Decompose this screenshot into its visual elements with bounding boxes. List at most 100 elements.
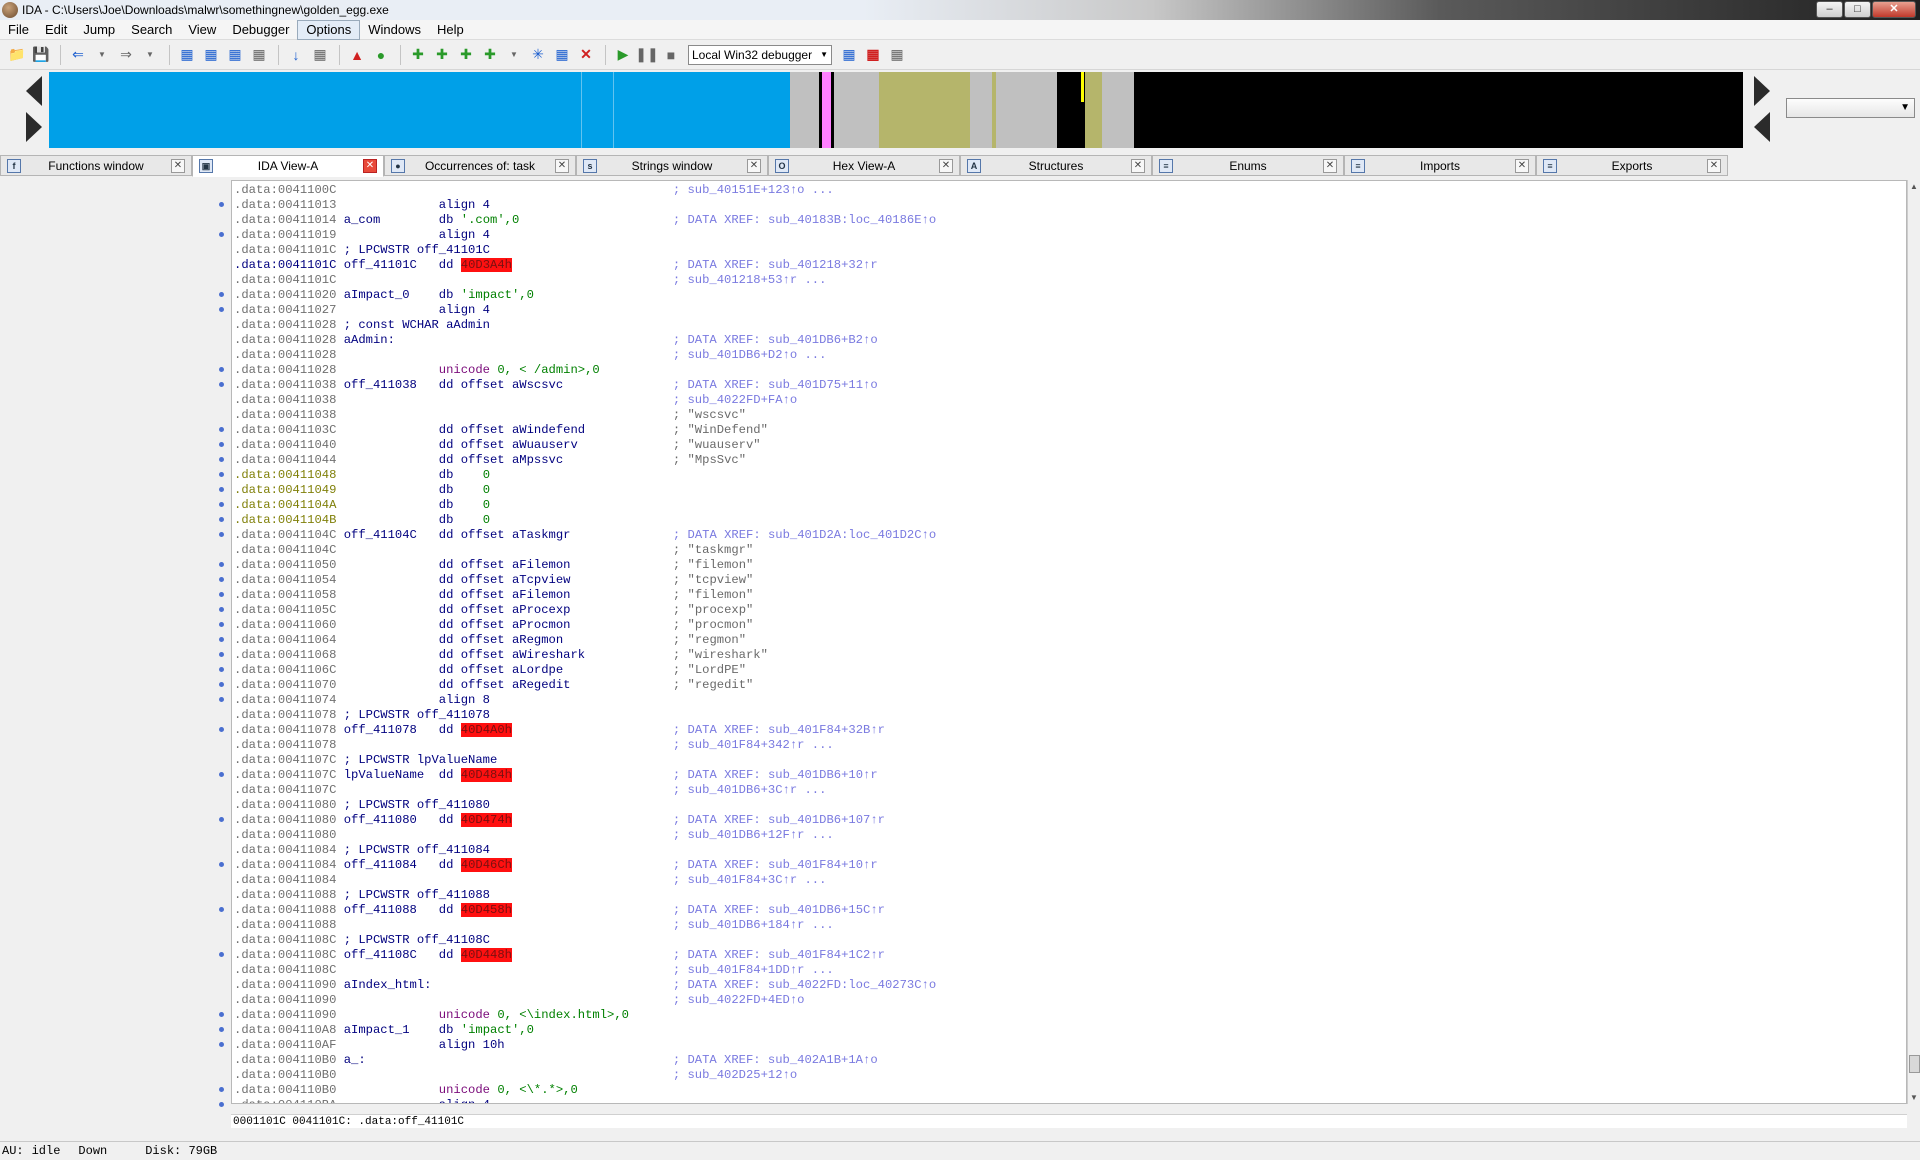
listing-line[interactable]: .data:00411044 dd offset aMpssvc ; "MpsS…	[234, 453, 936, 468]
line-type-comment[interactable]: ; LPCWSTR off_411088	[344, 888, 490, 902]
line-marker-dot-icon[interactable]	[219, 457, 224, 462]
line-comment[interactable]: ; sub_401DB6+12F↑r ...	[673, 828, 834, 842]
line-marker-dot-icon[interactable]	[219, 907, 224, 912]
tab-imports[interactable]: ≡ Imports ✕	[1344, 155, 1536, 176]
line-operand[interactable]: 'impact',0	[461, 1023, 534, 1037]
close-icon[interactable]: ✕	[1323, 158, 1337, 173]
tab-ida-view-a[interactable]: ▣ IDA View-A ✕	[192, 155, 384, 177]
line-operand[interactable]: 0	[461, 498, 490, 512]
tab-exports[interactable]: ≡ Exports ✕	[1536, 155, 1728, 176]
line-label[interactable]: aAdmin:	[344, 333, 439, 347]
line-comment[interactable]: ; "taskmgr"	[673, 543, 753, 557]
line-comment[interactable]: ; sub_4022FD+FA↑o	[673, 393, 797, 407]
line-label[interactable]	[344, 363, 439, 377]
down-arrow-icon[interactable]: ↓	[285, 44, 307, 66]
listing-line[interactable]: .data:0041105C dd offset aProcexp ; "pro…	[234, 603, 936, 618]
listing-line[interactable]: .data:00411088 ; LPCWSTR off_411088	[234, 888, 936, 903]
listing-line[interactable]: .data:00411084 ; LPCWSTR off_411084	[234, 843, 936, 858]
listing-line[interactable]: .data:0041100C ; sub_40151E+123↑o ...	[234, 183, 936, 198]
listing-line[interactable]: .data:00411028 ; const WCHAR aAdmin	[234, 318, 936, 333]
line-operand[interactable]: 40D46Ch	[460, 858, 512, 872]
nav-left-arrow-icon[interactable]	[26, 112, 42, 142]
line-operand[interactable]: aRegedit	[512, 678, 571, 692]
line-type-comment[interactable]: ; LPCWSTR off_411080	[344, 798, 490, 812]
line-comment[interactable]: ; "WinDefend"	[673, 423, 768, 437]
listing-line[interactable]: .data:00411028 ; sub_401DB6+D2↑o ...	[234, 348, 936, 363]
process-options-icon[interactable]: ▦	[838, 44, 860, 66]
line-marker-dot-icon[interactable]	[219, 532, 224, 537]
line-label[interactable]: lpValueName	[344, 768, 439, 782]
listing-line[interactable]: .data:0041104B db 0	[234, 513, 936, 528]
listing-line[interactable]: .data:00411050 dd offset aFilemon ; "fil…	[234, 558, 936, 573]
line-comment[interactable]: ; DATA XREF: sub_401DB6+10↑r	[673, 768, 878, 782]
listing-line[interactable]: .data:004110BA align 4	[234, 1098, 936, 1103]
chevron-down-icon[interactable]: ▼	[139, 44, 161, 66]
line-comment[interactable]: ; DATA XREF: sub_401DB6+15C↑r	[673, 903, 885, 917]
line-type-comment[interactable]: ; LPCWSTR off_411078	[344, 708, 490, 722]
line-comment[interactable]: ; sub_402D25+12↑o	[673, 1068, 797, 1082]
line-operand[interactable]: aTcpview	[512, 573, 571, 587]
line-label[interactable]: aImpact_0	[344, 288, 439, 302]
line-marker-dot-icon[interactable]	[219, 427, 224, 432]
line-label[interactable]	[344, 468, 439, 482]
line-operand[interactable]: aProcmon	[512, 618, 571, 632]
line-marker-dot-icon[interactable]	[219, 682, 224, 687]
listing-line[interactable]: .data:00411078 off_411078 dd 40D4A0h ; D…	[234, 723, 936, 738]
line-label[interactable]	[344, 438, 439, 452]
line-label[interactable]	[344, 453, 439, 467]
open-folder-icon[interactable]: 📁	[6, 44, 28, 66]
tab-structures[interactable]: A Structures ✕	[960, 155, 1152, 176]
line-marker-dot-icon[interactable]	[219, 442, 224, 447]
line-operand[interactable]: 40D484h	[460, 768, 512, 782]
scroll-down-icon[interactable]: ▼	[1910, 1093, 1918, 1102]
line-comment[interactable]: ; "filemon"	[673, 558, 753, 572]
listing-line[interactable]: .data:00411014 a_com db '.com',0 ; DATA …	[234, 213, 936, 228]
scroll-up-icon[interactable]: ▲	[1910, 182, 1918, 191]
line-type-comment[interactable]: ; LPCWSTR off_41108C	[344, 933, 490, 947]
chevron-down-icon[interactable]: ▼	[91, 44, 113, 66]
line-operand[interactable]: 40D4A0h	[460, 723, 512, 737]
listing-line[interactable]: .data:0041107C lpValueName dd 40D484h ; …	[234, 768, 936, 783]
menu-jump[interactable]: Jump	[75, 21, 123, 39]
close-icon[interactable]: ✕	[939, 158, 953, 173]
line-comment[interactable]: ; DATA XREF: sub_401218+32↑r	[673, 258, 878, 272]
line-marker-dot-icon[interactable]	[219, 1087, 224, 1092]
line-marker-dot-icon[interactable]	[219, 622, 224, 627]
listing-line[interactable]: .data:00411084 off_411084 dd 40D46Ch ; D…	[234, 858, 936, 873]
line-operand[interactable]: aWuauserv	[512, 438, 578, 452]
line-marker-dot-icon[interactable]	[219, 607, 224, 612]
line-operand[interactable]: aFilemon	[512, 558, 571, 572]
listing-line[interactable]: .data:0041101C ; LPCWSTR off_41101C	[234, 243, 936, 258]
tab-functions-window[interactable]: f Functions window ✕	[0, 155, 192, 176]
line-operand[interactable]: aProcexp	[512, 603, 571, 617]
line-label[interactable]	[344, 303, 439, 317]
line-operand[interactable]: '.com',0	[461, 213, 520, 227]
line-comment[interactable]: ; "wireshark"	[673, 648, 768, 662]
line-label[interactable]: off_41104C	[344, 528, 439, 542]
line-marker-dot-icon[interactable]	[219, 637, 224, 642]
line-label[interactable]	[344, 648, 439, 662]
close-icon[interactable]: ✕	[555, 158, 569, 173]
line-marker-dot-icon[interactable]	[219, 772, 224, 777]
flow-chart-icon[interactable]: ▲	[346, 44, 368, 66]
line-comment[interactable]: ; sub_40151E+123↑o ...	[673, 183, 834, 197]
listing-line[interactable]: .data:00411058 dd offset aFilemon ; "fil…	[234, 588, 936, 603]
listing-line[interactable]: .data:00411038 off_411038 dd offset aWsc…	[234, 378, 936, 393]
listing-line[interactable]: .data:004110A8 aImpact_1 db 'impact',0	[234, 1023, 936, 1038]
line-operand[interactable]: aWscsvc	[512, 378, 563, 392]
listing-line[interactable]: .data:0041107C ; LPCWSTR lpValueName	[234, 753, 936, 768]
listing-line[interactable]: .data:00411019 align 4	[234, 228, 936, 243]
line-marker-dot-icon[interactable]	[219, 862, 224, 867]
close-icon[interactable]: ✕	[1707, 158, 1721, 173]
line-label[interactable]	[344, 348, 439, 362]
line-label[interactable]	[344, 183, 439, 197]
menu-options[interactable]: Options	[297, 19, 361, 40]
line-label[interactable]	[344, 918, 439, 932]
nav-right-arrow-icon[interactable]	[1754, 112, 1770, 142]
line-operand[interactable]: 0	[461, 483, 490, 497]
listing-line[interactable]: .data:00411090 aIndex_html: ; DATA XREF:…	[234, 978, 936, 993]
listing-line[interactable]: .data:00411028 unicode 0, < /admin>,0	[234, 363, 936, 378]
listing-line[interactable]: .data:0041101C off_41101C dd 40D3A4h ; D…	[234, 258, 936, 273]
menu-windows[interactable]: Windows	[360, 21, 429, 39]
line-label[interactable]	[344, 738, 439, 752]
